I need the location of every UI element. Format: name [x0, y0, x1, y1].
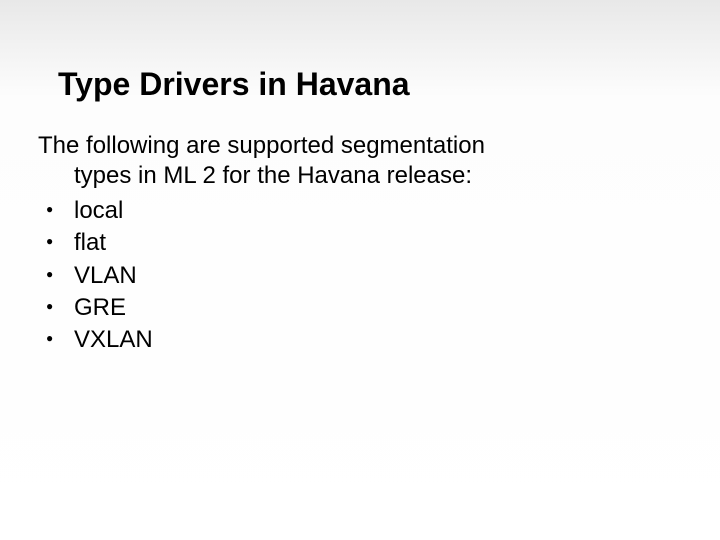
- bullet-list: local flat VLAN GRE VXLAN: [38, 195, 682, 357]
- list-item: local: [38, 195, 682, 227]
- list-item: VLAN: [38, 260, 682, 292]
- slide-title: Type Drivers in Havana: [58, 66, 682, 103]
- list-item: VXLAN: [38, 324, 682, 356]
- list-item: GRE: [38, 292, 682, 324]
- intro-line-2: types in ML 2 for the Havana release:: [38, 161, 598, 191]
- list-item: flat: [38, 227, 682, 259]
- intro-text: The following are supported segmentation…: [38, 131, 598, 191]
- slide: Type Drivers in Havana The following are…: [0, 0, 720, 395]
- intro-line-1: The following are supported segmentation: [38, 132, 485, 159]
